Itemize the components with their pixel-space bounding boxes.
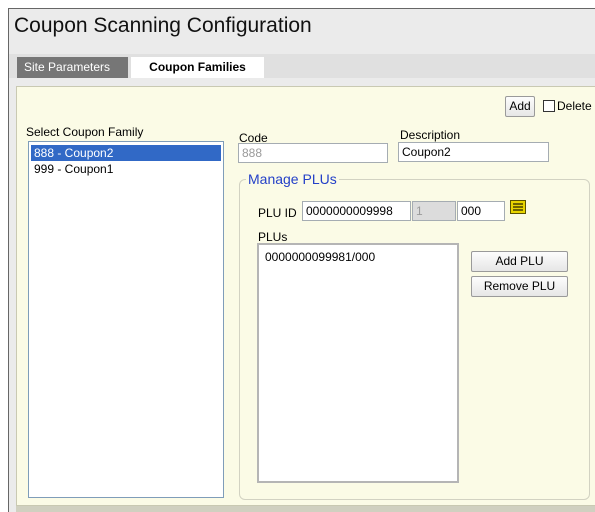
plu-list[interactable]: 0000000099981/000 [257,243,459,483]
tab-coupon-families[interactable]: Coupon Families [131,57,264,78]
add-button[interactable]: Add [505,96,535,117]
select-coupon-family-label: Select Coupon Family [26,125,144,139]
list-item[interactable]: 888 - Coupon2 [31,145,221,161]
code-field[interactable]: 888 [238,143,388,163]
list-item[interactable]: 999 - Coupon1 [31,161,221,177]
tab-site-parameters[interactable]: Site Parameters [17,57,128,78]
delete-checkbox[interactable] [543,100,555,112]
plu-lookup-icon[interactable] [509,198,527,216]
panel-bottom-edge [16,506,595,512]
check-digit-field: 1 [412,201,456,221]
page-title: Coupon Scanning Configuration [14,14,312,37]
tab-bar: Site Parameters Coupon Families [9,54,595,78]
add-plu-button[interactable]: Add PLU [471,251,568,272]
plu-id-label: PLU ID [258,206,297,220]
list-item[interactable]: 0000000099981/000 [262,249,455,265]
manage-plus-legend: Manage PLUs [246,171,339,187]
delete-label: Delete [557,99,592,113]
remove-plu-button[interactable]: Remove PLU [471,276,568,297]
description-field[interactable]: Coupon2 [398,142,549,162]
plu-lookup-icon-graphic [510,200,526,214]
description-label: Description [400,128,461,142]
plu-id-field[interactable]: 0000000009998 [302,201,411,221]
plus-list-label: PLUs [258,230,288,244]
plu-suffix-field[interactable]: 000 [457,201,505,221]
coupon-family-list[interactable]: 888 - Coupon2 999 - Coupon1 [28,141,224,498]
